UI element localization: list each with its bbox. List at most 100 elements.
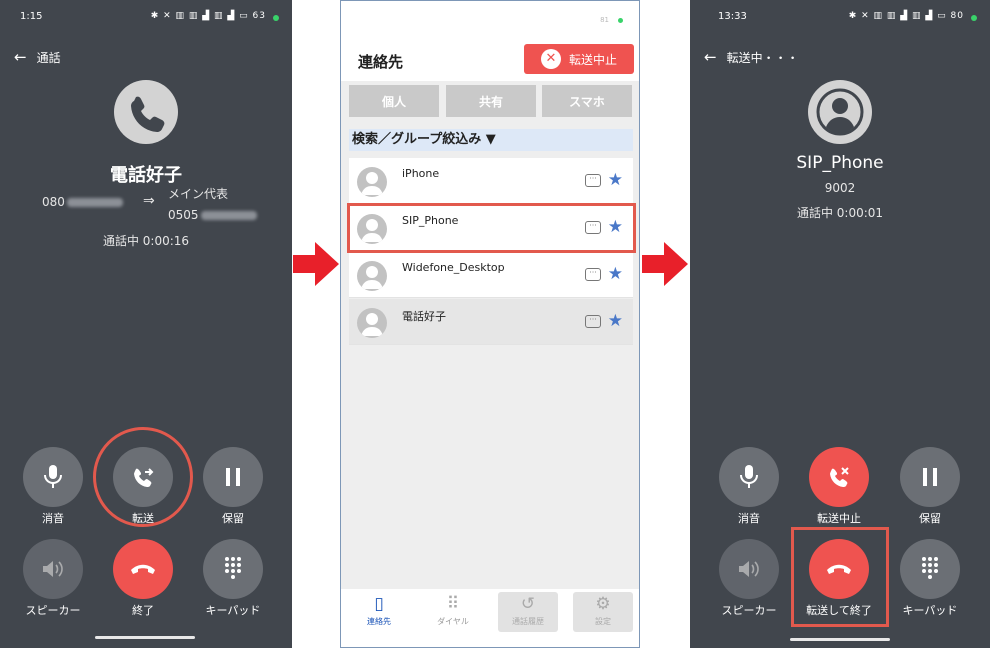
transfer-highlight <box>93 427 193 527</box>
call-status: 通話中 0:00:16 <box>102 234 190 248</box>
stop-transfer-label: 転送中止 <box>568 52 617 67</box>
speaker-icon <box>43 561 63 577</box>
speaker-label: スピーカー <box>25 604 81 617</box>
speaker-icon <box>739 561 759 577</box>
tab-smartphone[interactable]: スマホ <box>542 85 632 117</box>
speaker-button[interactable] <box>23 539 83 599</box>
star-icon[interactable]: ★ <box>608 311 623 331</box>
mute-button[interactable] <box>23 447 83 507</box>
keypad-icon <box>225 557 241 579</box>
cancel-transfer-button[interactable] <box>809 447 869 507</box>
chat-icon[interactable]: ··· <box>585 315 601 328</box>
microphone-icon <box>44 465 62 488</box>
keypad-button[interactable] <box>900 539 960 599</box>
call-status: 通話中 0:00:01 <box>796 206 884 220</box>
person-avatar-icon <box>808 80 872 144</box>
phone-screen-in-call: 1:15 ✱ ✕ ▥ ▥ ▟ ▥ ▟ ▭ 63 ← 通話 電話好子 080 ⇒ … <box>0 0 292 648</box>
search-group-filter[interactable]: 検索／グループ絞込み ▼ <box>349 129 633 151</box>
back-row[interactable]: ← 通話 <box>14 48 61 66</box>
step-arrow-icon <box>293 242 339 286</box>
nav-history-label: 通話履歴 <box>512 617 544 626</box>
history-icon: ↺ <box>520 594 536 614</box>
star-icon[interactable]: ★ <box>608 170 623 190</box>
page-title: 連絡先 <box>358 53 404 71</box>
home-indicator[interactable] <box>95 636 195 639</box>
battery-level: 63 <box>252 11 266 21</box>
keypad-label: キーパッド <box>205 604 261 617</box>
phone-screen-transferring: 13:33 ✱ ✕ ▥ ▥ ▟ ▥ ▟ ▭ 80 ← 転送中・・・ SIP_Ph… <box>690 0 990 648</box>
pause-icon <box>923 468 937 486</box>
status-dot <box>971 15 977 21</box>
nav-history[interactable]: ↺ 通話履歴 <box>498 592 558 632</box>
battery-level: 80 <box>950 11 964 21</box>
keypad-label: キーパッド <box>902 604 958 617</box>
cancel-transfer-icon <box>830 467 849 487</box>
pause-icon <box>226 468 240 486</box>
status-bar: 13:33 ✱ ✕ ▥ ▥ ▟ ▥ ▟ ▭ 80 <box>690 10 990 26</box>
tab-shared[interactable]: 共有 <box>446 85 536 117</box>
caller-number-prefix: 080 <box>42 195 65 209</box>
speaker-button[interactable] <box>719 539 779 599</box>
phone-screen-contacts: 81 連絡先 ✕ 転送中止 個人 共有 スマホ 検索／グループ絞込み ▼ iPh… <box>340 0 640 648</box>
contact-row[interactable]: Widefone_Desktop ··· ★ <box>349 252 633 298</box>
stop-transfer-button[interactable]: ✕ 転送中止 <box>524 44 634 74</box>
nav-dial-label: ダイヤル <box>437 617 469 626</box>
end-call-label: 終了 <box>132 604 154 617</box>
speaker-label: スピーカー <box>721 604 777 617</box>
contact-avatar-icon <box>357 308 387 338</box>
status-text: 81 <box>600 16 609 24</box>
status-bar: 81 <box>341 1 639 37</box>
tab-personal[interactable]: 個人 <box>349 85 439 117</box>
nav-settings[interactable]: ⚙ 設定 <box>573 592 633 632</box>
close-icon: ✕ <box>540 49 561 69</box>
extension-number: 9002 <box>824 181 856 195</box>
microphone-icon <box>740 465 758 488</box>
nav-settings-label: 設定 <box>595 617 611 626</box>
back-label: 転送中・・・ <box>726 50 799 65</box>
line-name: メイン代表 <box>168 187 229 201</box>
contact-name: 電話好子 <box>402 310 446 323</box>
end-call-button[interactable] <box>113 539 173 599</box>
back-label: 通話 <box>36 50 61 65</box>
hold-button[interactable] <box>203 447 263 507</box>
phone-avatar-icon <box>114 80 178 144</box>
keypad-icon <box>922 557 938 579</box>
contact-name: iPhone <box>402 167 440 180</box>
mute-button[interactable] <box>719 447 779 507</box>
keypad-button[interactable] <box>203 539 263 599</box>
home-indicator[interactable] <box>790 638 890 641</box>
nav-contacts-label: 連絡先 <box>367 617 391 626</box>
status-time: 1:15 <box>20 11 43 22</box>
back-arrow-icon[interactable]: ← <box>704 48 717 66</box>
line-info: メイン代表 0505 <box>168 184 257 226</box>
hold-button[interactable] <box>900 447 960 507</box>
contact-row[interactable]: 電話好子 ··· ★ <box>349 299 633 345</box>
nav-contacts[interactable]: ▯ 連絡先 <box>349 592 409 632</box>
contact-avatar-icon <box>357 261 387 291</box>
star-icon[interactable]: ★ <box>608 264 623 284</box>
chat-icon[interactable]: ··· <box>585 174 601 187</box>
mute-label: 消音 <box>42 512 64 525</box>
transfer-end-highlight <box>791 527 889 627</box>
status-icons: ✱ ✕ ▥ ▥ ▟ ▥ ▟ ▭ <box>848 11 947 21</box>
hang-up-icon <box>131 564 155 574</box>
status-dot <box>273 15 279 21</box>
status-time: 13:33 <box>718 11 747 22</box>
step-arrow-icon <box>642 242 688 286</box>
masked-number <box>200 211 257 220</box>
hold-label: 保留 <box>222 512 244 525</box>
sip-phone-highlight <box>347 203 636 253</box>
dialpad-icon: ⠿ <box>446 594 460 614</box>
back-row[interactable]: ← 転送中・・・ <box>704 48 799 66</box>
caller-number: 080 <box>42 195 123 209</box>
nav-dial[interactable]: ⠿ ダイヤル <box>423 592 483 632</box>
status-icons: ✱ ✕ ▥ ▥ ▟ ▥ ▟ ▭ <box>150 11 249 21</box>
bottom-nav: ▯ 連絡先 ⠿ ダイヤル ↺ 通話履歴 ⚙ 設定 <box>341 589 639 639</box>
chat-icon[interactable]: ··· <box>585 268 601 281</box>
mute-label: 消音 <box>738 512 760 525</box>
contact-row[interactable]: iPhone ··· ★ <box>349 158 633 204</box>
gear-icon: ⚙ <box>595 594 611 614</box>
status-bar: 1:15 ✱ ✕ ▥ ▥ ▟ ▥ ▟ ▭ 63 <box>0 10 292 26</box>
back-arrow-icon[interactable]: ← <box>14 48 27 66</box>
callee-name: SIP_Phone <box>796 153 884 173</box>
